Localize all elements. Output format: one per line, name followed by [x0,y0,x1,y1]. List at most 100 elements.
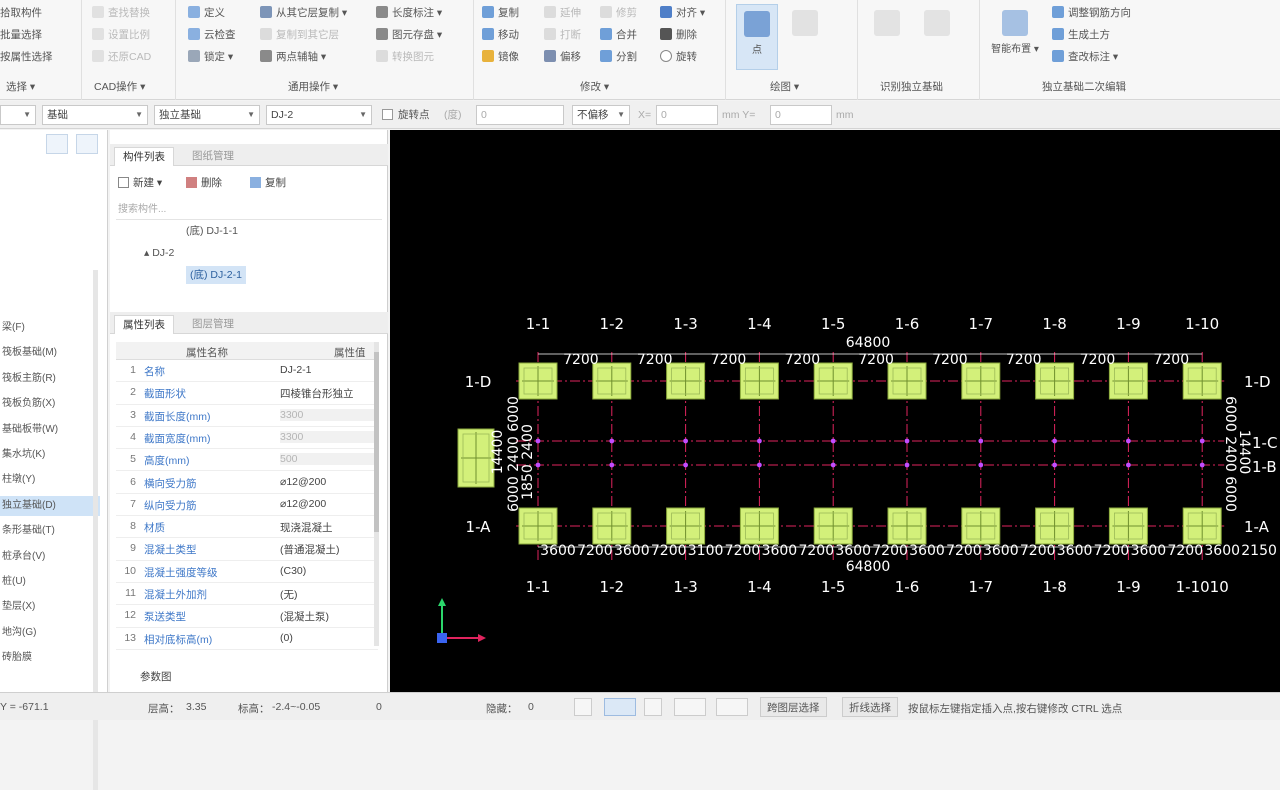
property-row[interactable]: 8 材质 现浇混凝土 [116,516,378,539]
tree-item[interactable]: 集水坑(K) [0,445,100,465]
y-input[interactable]: 0 [770,105,832,125]
tree-item[interactable]: 独立基础(D) [0,495,100,516]
set-scale-button[interactable]: 设置比例 [92,26,150,44]
define-button[interactable]: 定义 [188,4,225,22]
component-tree-item[interactable]: (底) DJ-1-1 [186,222,238,240]
property-value[interactable]: 500 [280,453,376,466]
split-button[interactable]: 分割 [600,48,637,66]
rotate-button[interactable]: 旋转 [660,48,697,66]
two-point-axis-button[interactable]: 两点辅轴 ▾ [260,48,326,66]
rotate-point-checkbox[interactable] [382,109,393,120]
delete-component-button[interactable]: 删除 [186,174,222,192]
tab-layer-manage[interactable]: 图层管理 [184,315,242,334]
copy-to-floor-button[interactable]: 复制到其它层 [260,26,339,44]
offset-mode-combo[interactable]: 不偏移 ▼ [572,105,630,125]
adjust-rebar-button[interactable]: 调整钢筋方向 [1052,4,1131,22]
property-row[interactable]: 12 泵送类型 (混凝土泵) [116,605,378,628]
tree-tool-icon[interactable] [46,134,68,154]
smart-layout-button[interactable]: 智能布置 ▾ [986,4,1044,70]
gen-earthwork-button[interactable]: 生成土方 [1052,26,1110,44]
tab-drawing-manage[interactable]: 图纸管理 [184,147,242,166]
property-value[interactable]: 现浇混凝土 [280,520,376,535]
property-row[interactable]: 7 纵向受力筋 ⌀12@200 [116,494,378,517]
x-input[interactable]: 0 [656,105,718,125]
property-row[interactable]: 9 混凝土类型 (普通混凝土) [116,538,378,561]
tab-property-list[interactable]: 属性列表 [114,315,174,334]
identify-table-button[interactable] [866,4,908,70]
dynamic-input-icon[interactable] [674,698,706,716]
identify-footing-button[interactable] [916,4,958,70]
property-value[interactable]: 3300 [280,408,376,421]
length-dim-button[interactable]: 长度标注 ▾ [376,4,442,22]
ortho-icon[interactable] [574,698,592,716]
property-row[interactable]: 4 截面宽度(mm) 3300 [116,427,378,450]
property-value[interactable]: 3300 [280,430,376,443]
property-value[interactable]: ⌀12@200 [280,476,376,488]
trim-button[interactable]: 修剪 [600,4,637,22]
tree-item[interactable]: 桩承台(V) [0,547,100,567]
convert-entities-button[interactable]: 转换图元 [376,48,434,66]
property-value[interactable]: (无) [280,587,376,602]
cloud-check-button[interactable]: 云检查 [188,26,236,44]
polyline-select-button[interactable]: 折线选择 [842,697,898,717]
property-row[interactable]: 1 名称 DJ-2-1 [116,360,378,383]
select-by-property-button[interactable]: 按属性选择 [0,48,53,66]
property-row[interactable]: 13 相对底标高(m) (0) [116,628,378,650]
property-value[interactable]: (混凝土泵) [280,609,376,624]
property-scrollbar[interactable] [374,342,379,646]
component-search-input[interactable]: 搜索构件... [116,200,382,220]
batch-select-button[interactable]: 批量选择 [0,26,42,44]
extend-button[interactable]: 延伸 [544,4,581,22]
component-tree-item[interactable]: (底) DJ-2-1 [186,266,246,284]
tree-item[interactable]: 基础板带(W) [0,420,100,440]
type-combo[interactable]: 独立基础 ▼ [154,105,260,125]
tree-item[interactable]: 筏板主筋(R) [0,369,100,389]
category-combo[interactable]: 基础 ▼ [42,105,148,125]
point-draw-button[interactable]: 点 [736,4,778,70]
restore-cad-button[interactable]: 还原CAD [92,48,151,66]
component-combo[interactable]: DJ-2 ▼ [266,105,372,125]
snap-icon[interactable] [604,698,636,716]
property-row[interactable]: 11 混凝土外加剂 (无) [116,583,378,606]
mirror-button[interactable]: 镜像 [482,48,519,66]
scroll-thumb[interactable] [374,352,379,532]
property-value[interactable]: (0) [280,632,376,644]
component-tree-item[interactable]: ▴ DJ-2 [144,244,174,262]
cross-layer-select-button[interactable]: 跨图层选择 [760,697,827,717]
floor-combo[interactable]: ▼ [0,105,36,125]
delete-button[interactable]: 删除 [660,26,697,44]
tree-item[interactable]: 垫层(X) [0,597,100,617]
property-value[interactable]: (C30) [280,565,376,577]
tree-item[interactable]: 柱墩(Y) [0,470,100,490]
new-component-button[interactable]: 新建 ▾ [118,174,162,192]
offset-button[interactable]: 偏移 [544,48,581,66]
grid-icon[interactable] [644,698,662,716]
parameter-diagram-button[interactable]: 参数图 [140,668,172,686]
tree-item[interactable]: 地沟(G) [0,623,100,643]
track-icon[interactable] [716,698,748,716]
copy-button[interactable]: 复制 [482,4,519,22]
cad-drawing[interactable]: 1-1 1-2 1-3 1-4 1-5 1-6 1-7 1-8 1-9 1-10 1-1 1-2 1-3… [390,130,1280,692]
property-row[interactable]: 10 混凝土强度等级 (C30) [116,561,378,583]
tree-view-icon[interactable] [76,134,98,154]
tree-item[interactable]: 筏板负筋(X) [0,394,100,414]
tree-item[interactable]: 桩(U) [0,572,100,592]
move-button[interactable]: 移动 [482,26,519,44]
angle-input[interactable]: 0 [476,105,564,125]
property-value[interactable]: (普通混凝土) [280,542,376,557]
property-value[interactable]: DJ-2-1 [280,364,376,376]
lock-button[interactable]: 锁定 ▾ [188,48,233,66]
break-button[interactable]: 打断 [544,26,581,44]
property-row[interactable]: 5 高度(mm) 500 [116,449,378,472]
drawing-canvas[interactable]: 1-1 1-2 1-3 1-4 1-5 1-6 1-7 1-8 1-9 1-10 1-1 1-2 1-3… [390,130,1280,692]
property-row[interactable]: 3 截面长度(mm) 3300 [116,405,378,427]
tree-item[interactable]: 梁(F) [0,318,100,338]
property-row[interactable]: 6 横向受力筋 ⌀12@200 [116,472,378,494]
rotate-point-button[interactable] [784,4,826,70]
find-replace-button[interactable]: 查找替换 [92,4,150,22]
tree-item[interactable]: 条形基础(T) [0,521,100,541]
property-value[interactable]: 四棱锥台形独立 [280,386,376,401]
property-value[interactable]: ⌀12@200 [280,498,376,510]
save-entities-button[interactable]: 图元存盘 ▾ [376,26,442,44]
merge-button[interactable]: 合并 [600,26,637,44]
